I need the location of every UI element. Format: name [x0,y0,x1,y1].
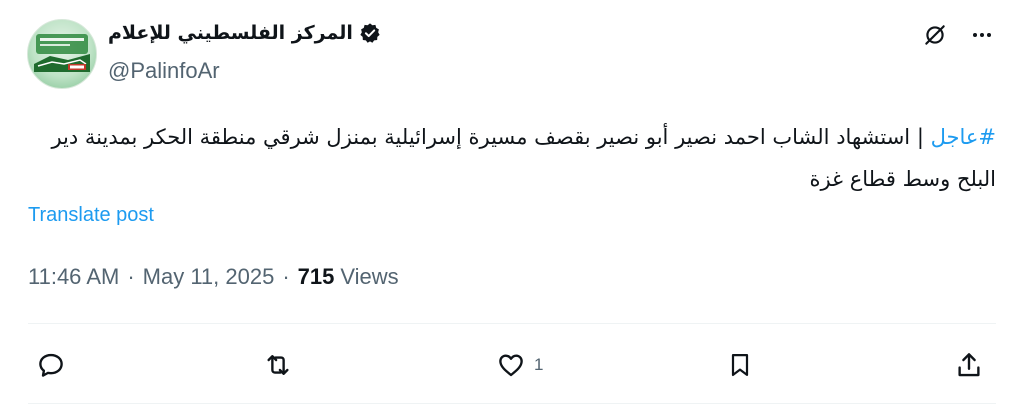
repost-icon [262,350,294,380]
like-icon [496,350,526,380]
more-icon[interactable] [970,23,994,47]
divider [28,323,996,324]
post-action-bar: 1 [28,344,996,384]
post-meta: 11:46 AM · May 11, 2025 · 715 Views [28,264,399,290]
bookmark-icon [726,350,754,380]
like-button[interactable]: 1 [496,350,543,380]
translate-post-link[interactable]: Translate post [28,204,154,227]
share-icon [954,350,984,380]
author-name-row: المركز الفلسطيني للإعلام [108,22,381,44]
hashtag-link[interactable]: #عاجل [931,125,996,149]
divider [28,403,996,404]
reply-button[interactable] [36,350,66,380]
author-handle[interactable]: @PalinfoAr [108,58,220,84]
post-time[interactable]: 11:46 AM [28,264,119,290]
meta-dot: · [127,264,135,289]
post-separator: | [916,125,924,149]
author-display-name[interactable]: المركز الفلسطيني للإعلام [108,22,353,44]
like-count: 1 [534,355,544,374]
post-top-actions [922,22,994,48]
avatar-logo-image [34,34,90,72]
views-count: 715 [297,264,335,289]
reply-icon [36,350,66,380]
repost-button[interactable] [262,350,294,380]
bookmark-button[interactable] [726,350,754,380]
meta-dot: · [282,264,290,289]
avatar[interactable] [27,19,97,89]
post-text: #عاجل | استشهاد الشاب احمد نصير أبو نصير… [28,116,996,200]
post-date[interactable]: May 11, 2025 [143,264,275,290]
grok-icon[interactable] [922,22,948,48]
share-button[interactable] [954,350,984,380]
post-body-text: استشهاد الشاب احمد نصير أبو نصير بقصف مس… [51,125,996,191]
verified-badge-icon [359,22,381,44]
views-label: Views [340,264,399,289]
